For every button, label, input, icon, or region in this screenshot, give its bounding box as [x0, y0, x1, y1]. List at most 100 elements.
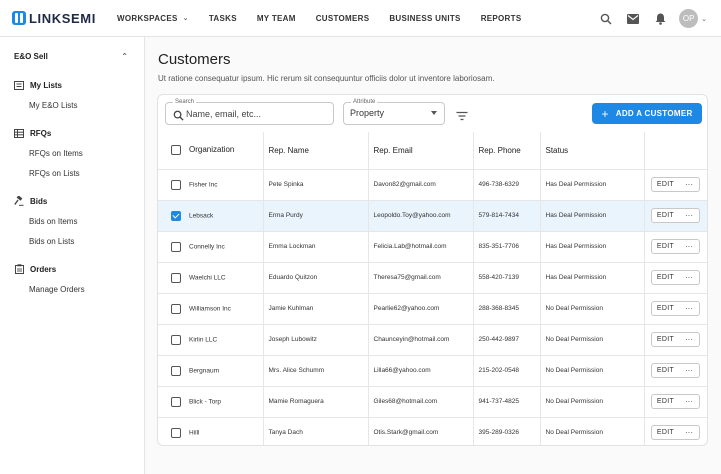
row-checkbox[interactable] — [171, 210, 181, 221]
cell-status: Has Deal Permission — [540, 231, 645, 263]
edit-button[interactable]: EDIT — [650, 301, 681, 316]
cell-rep-email: Chaunceyin@hotmail.com — [368, 324, 474, 356]
edit-button[interactable]: EDIT — [650, 425, 681, 440]
cell-rep-name: Mamie Romaguera — [263, 386, 369, 418]
table-row[interactable]: Kirlin LLC Joseph Lubowitz Chaunceyin@hotm… — [158, 324, 707, 356]
cell-organization: Hilll — [158, 417, 264, 445]
cell-rep-name: Mrs. Alice Schumm — [263, 355, 369, 387]
row-checkbox[interactable] — [171, 396, 181, 407]
more-options-icon[interactable]: ··· — [679, 208, 700, 223]
avatar[interactable]: OP — [679, 9, 699, 28]
more-options-icon[interactable]: ··· — [679, 394, 700, 409]
cell-organization: Bergnaum — [158, 355, 264, 387]
more-options-icon[interactable]: ··· — [679, 363, 700, 378]
cell-actions: EDIT ··· — [644, 200, 707, 232]
row-checkbox[interactable] — [171, 365, 181, 376]
row-checkbox[interactable] — [171, 241, 181, 252]
edit-button[interactable]: EDIT — [650, 208, 681, 223]
cell-status: No Deal Permission — [540, 417, 645, 445]
customers-card: Search Attribute Property + ADD A CUSTOM… — [157, 94, 708, 446]
sidebar-item-rfqs-on-items[interactable]: RFQs on Items — [0, 143, 144, 163]
sidebar-section-my-lists[interactable]: My Lists — [0, 75, 144, 95]
edit-button[interactable]: EDIT — [650, 363, 681, 378]
edit-button[interactable]: EDIT — [650, 332, 681, 347]
mail-icon[interactable] — [624, 10, 642, 28]
more-options-icon[interactable]: ··· — [679, 177, 700, 192]
more-options-icon[interactable]: ··· — [679, 332, 700, 347]
column-header-rep-email[interactable]: Rep. Email — [368, 132, 474, 170]
organization-name: Williamson Inc — [189, 305, 231, 312]
filter-icon[interactable] — [456, 108, 468, 121]
column-header-rep-phone[interactable]: Rep. Phone — [473, 132, 541, 170]
column-header-rep-name[interactable]: Rep. Name — [263, 132, 369, 170]
nav-tasks[interactable]: TASKS — [209, 14, 237, 23]
sidebar-section-rfqs[interactable]: RFQs — [0, 123, 144, 143]
search-field[interactable]: Search — [165, 98, 334, 125]
select-all-checkbox[interactable] — [171, 145, 181, 156]
organization-name: Lebsack — [189, 212, 214, 219]
more-options-icon[interactable]: ··· — [679, 270, 700, 285]
table-row[interactable]: Waelchi LLC Eduardo Quitzon Theresa75@gmai… — [158, 262, 707, 294]
more-options-icon[interactable]: ··· — [679, 425, 700, 440]
chevron-up-icon[interactable]: ⌃ — [121, 52, 128, 61]
edit-button[interactable]: EDIT — [650, 394, 681, 409]
chevron-down-icon[interactable]: ⌄ — [701, 15, 707, 23]
sidebar-section-bids[interactable]: Bids — [0, 191, 144, 211]
sidebar-item-bids-on-lists[interactable]: Bids on Lists — [0, 231, 144, 251]
organization-name: Kirlin LLC — [189, 336, 218, 343]
table-row[interactable]: Hilll Tanya Dach Otis.Stark@gmail.com 395-2… — [158, 417, 707, 445]
search-icon[interactable] — [597, 10, 615, 28]
sidebar-section-orders[interactable]: Orders — [0, 259, 144, 279]
add-customer-button[interactable]: + ADD A CUSTOMER — [592, 103, 702, 124]
table-row[interactable]: Williamson Inc Jamie Kuhlman Pearlie62@yah… — [158, 293, 707, 325]
sidebar-item-manage-orders[interactable]: Manage Orders — [0, 279, 144, 299]
cell-actions: EDIT ··· — [644, 169, 707, 201]
table-row[interactable]: Bergnaum Mrs. Alice Schumm Lilla66@yahoo.c… — [158, 355, 707, 387]
chevron-down-icon: ⌄ — [182, 15, 189, 22]
attribute-label: Attribute — [351, 98, 378, 106]
cell-status: Has Deal Permission — [540, 262, 645, 294]
column-header-organization[interactable]: Organization — [158, 132, 264, 170]
attribute-select[interactable]: Attribute Property — [343, 98, 445, 125]
brand-logo[interactable]: LINKSEMI — [12, 11, 112, 26]
more-options-icon[interactable]: ··· — [679, 239, 700, 254]
sidebar-item-rfqs-on-lists[interactable]: RFQs on Lists — [0, 163, 144, 183]
row-checkbox[interactable] — [171, 179, 181, 190]
main-content: Customers Ut ratione consequatur ipsum. … — [145, 37, 721, 474]
cell-rep-email: Otis.Stark@gmail.com — [368, 417, 474, 445]
nav-customers[interactable]: CUSTOMERS — [316, 14, 370, 23]
table-row[interactable]: Fisher Inc Pete Spinka Davon82@gmail.com 49… — [158, 169, 707, 201]
notification-bell-icon[interactable] — [651, 10, 669, 28]
top-actions: OP ⌄ — [588, 0, 707, 37]
edit-button[interactable]: EDIT — [650, 270, 681, 285]
sidebar-item-my-eo-lists[interactable]: My E&O Lists — [0, 95, 144, 115]
cell-rep-phone: 941-737-4825 — [473, 386, 541, 418]
nav-business-units[interactable]: BUSINESS UNITS — [389, 14, 460, 23]
cell-actions: EDIT ··· — [644, 355, 707, 387]
cell-rep-name: Pete Spinka — [263, 169, 369, 201]
nav-workspaces[interactable]: WORKSPACES ⌄ — [117, 14, 189, 23]
cell-status: No Deal Permission — [540, 324, 645, 356]
column-header-status[interactable]: Status — [540, 132, 645, 170]
row-checkbox[interactable] — [171, 427, 181, 438]
sidebar-header[interactable]: E&O Sell ⌃ — [0, 37, 144, 75]
cell-status: Has Deal Permission — [540, 200, 645, 232]
nav-reports[interactable]: REPORTS — [481, 14, 522, 23]
edit-button[interactable]: EDIT — [650, 177, 681, 192]
edit-button[interactable]: EDIT — [650, 239, 681, 254]
row-checkbox[interactable] — [171, 334, 181, 345]
cell-rep-phone: 215-202-0548 — [473, 355, 541, 387]
dropdown-arrow-icon — [431, 111, 437, 115]
row-checkbox[interactable] — [171, 303, 181, 314]
cell-actions: EDIT ··· — [644, 293, 707, 325]
table-row[interactable]: Lebsack Erma Purdy Leopoldo.Toy@yahoo.com 5… — [158, 200, 707, 232]
sidebar-item-bids-on-items[interactable]: Bids on Items — [0, 211, 144, 231]
cell-rep-phone: 558-420-7139 — [473, 262, 541, 294]
more-options-icon[interactable]: ··· — [679, 301, 700, 316]
table-row[interactable]: Connelly Inc Emma Lockman Felicia.Lab@hotm… — [158, 231, 707, 263]
table-row[interactable]: Blick - Torp Mamie Romaguera Giles68@hotma… — [158, 386, 707, 418]
row-checkbox[interactable] — [171, 272, 181, 283]
nav-my-team[interactable]: MY TEAM — [257, 14, 296, 23]
search-input[interactable] — [186, 106, 326, 121]
cell-rep-name: Jamie Kuhlman — [263, 293, 369, 325]
